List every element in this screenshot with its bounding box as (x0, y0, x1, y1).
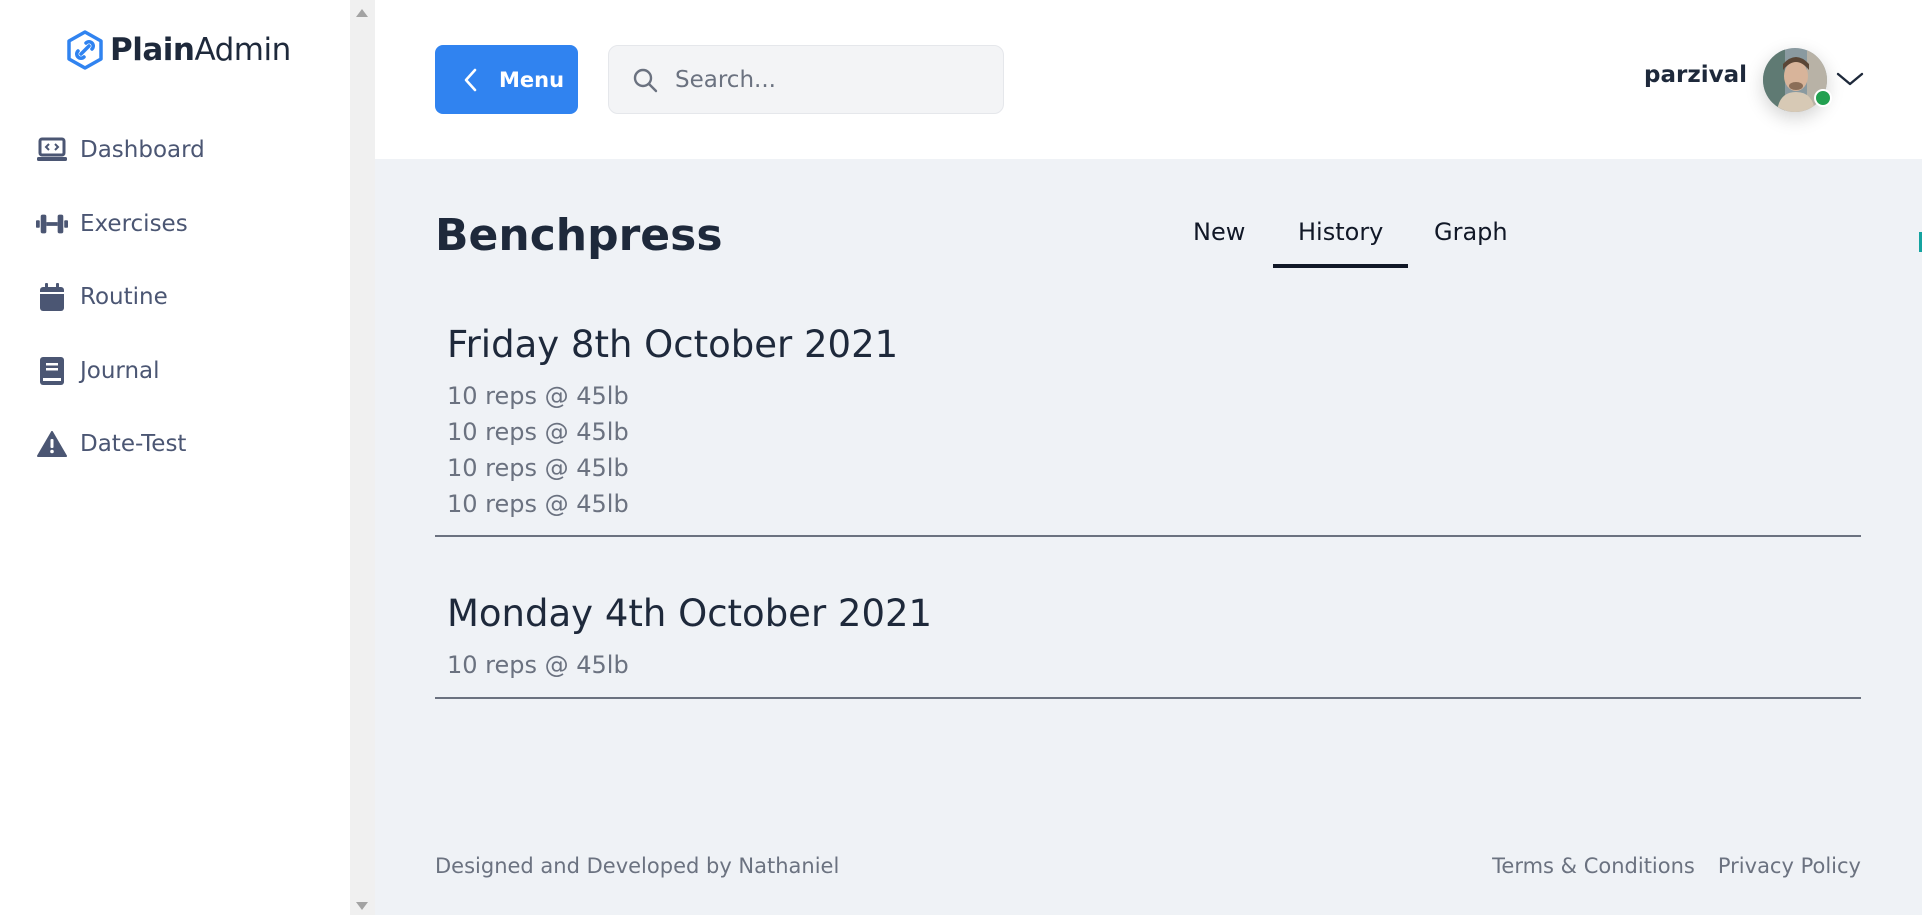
privacy-link[interactable]: Privacy Policy (1718, 854, 1861, 878)
history-entry: Monday 4th October 2021 10 reps @ 45lb (435, 592, 1861, 699)
search-box[interactable] (608, 45, 1004, 114)
sidebar-item-label: Routine (80, 284, 168, 310)
sidebar-scrollbar[interactable] (350, 0, 375, 915)
set-row: 10 reps @ 45lb (447, 382, 629, 410)
exercise-tabs: New History Graph (375, 212, 1922, 268)
chevron-left-icon (464, 68, 477, 91)
main-area: Menu parzival Benchpress (375, 0, 1922, 915)
set-row: 10 reps @ 45lb (447, 651, 629, 679)
book-icon (36, 355, 68, 387)
menu-toggle-button[interactable]: Menu (435, 45, 578, 114)
laptop-code-icon (36, 134, 68, 166)
history-entry: Friday 8th October 2021 10 reps @ 45lb 1… (435, 323, 1861, 537)
sidebar-item-label: Journal (80, 358, 160, 384)
terms-link[interactable]: Terms & Conditions (1492, 854, 1695, 878)
chevron-down-icon[interactable] (1835, 68, 1865, 90)
tab-graph[interactable]: Graph (1434, 212, 1508, 268)
dumbbell-icon (36, 208, 68, 240)
set-row: 10 reps @ 45lb (447, 418, 629, 446)
entry-date: Friday 8th October 2021 (447, 323, 899, 366)
logo-icon (67, 30, 103, 70)
set-row: 10 reps @ 45lb (447, 490, 629, 518)
menu-label: Menu (499, 67, 565, 92)
search-input[interactable] (675, 66, 995, 93)
username[interactable]: parzival (1644, 62, 1747, 88)
sidebar-item-label: Date-Test (80, 431, 187, 457)
sidebar: PlainAdmin Dashboard Exercises Routine J… (0, 0, 350, 915)
warning-icon (36, 428, 68, 460)
sidebar-item-exercises[interactable]: Exercises (36, 204, 188, 244)
sidebar-item-label: Exercises (80, 211, 188, 237)
sidebar-item-date-test[interactable]: Date-Test (36, 424, 186, 464)
sidebar-item-label: Dashboard (80, 137, 205, 163)
brand-logo[interactable]: PlainAdmin (64, 28, 291, 72)
sidebar-item-routine[interactable]: Routine (36, 277, 168, 317)
footer-links: Terms & Conditions Privacy Policy (1469, 854, 1861, 878)
online-status-dot (1814, 89, 1832, 107)
brand-name: PlainAdmin (110, 32, 291, 68)
tab-history[interactable]: History (1272, 212, 1409, 268)
scroll-down-arrow-icon[interactable] (356, 902, 368, 910)
sidebar-item-dashboard[interactable]: Dashboard (36, 130, 205, 170)
set-row: 10 reps @ 45lb (447, 454, 629, 482)
sidebar-item-journal[interactable]: Journal (36, 351, 160, 391)
calendar-icon (36, 281, 68, 313)
tab-new[interactable]: New (1193, 212, 1245, 268)
entry-date: Monday 4th October 2021 (447, 592, 933, 635)
scroll-up-arrow-icon[interactable] (356, 9, 368, 17)
top-header: Menu parzival (375, 0, 1922, 159)
search-icon (633, 68, 658, 92)
footer-credit: Designed and Developed by Nathaniel (435, 854, 840, 878)
